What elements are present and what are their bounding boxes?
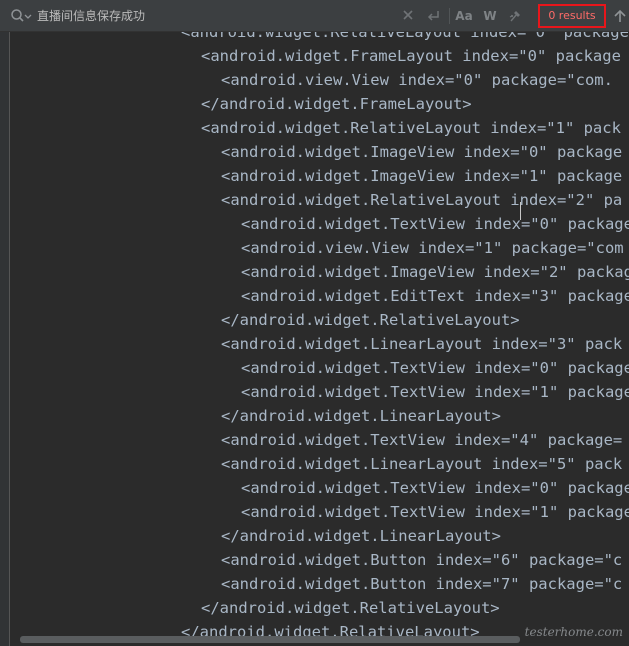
clear-search-icon[interactable]	[398, 6, 418, 26]
toolbar-separator	[449, 8, 450, 24]
code-line: <android.widget.TextView index="0" packa…	[241, 359, 629, 377]
code-line: <android.widget.TextView index="1" packa…	[241, 383, 629, 401]
code-line: <android.widget.FrameLayout index="0" pa…	[201, 47, 621, 65]
code-line: </android.widget.RelativeLayout>	[201, 599, 500, 617]
code-line: <android.widget.TextView index="1" packa…	[241, 503, 629, 521]
code-line: <android.view.View index="1" package="co…	[241, 239, 624, 257]
code-line: <android.widget.LinearLayout index="5" p…	[221, 455, 623, 473]
code-line: <android.widget.ImageView index="2" pack…	[241, 263, 629, 281]
match-case-button[interactable]: Aa	[454, 6, 474, 26]
code-line: <android.widget.ImageView index="0" pack…	[221, 143, 623, 161]
code-line: <android.widget.RelativeLayout index="2"…	[221, 191, 623, 209]
code-area[interactable]: <android.widget.RelativeLayout index="0"…	[0, 32, 629, 646]
code-line: <android.widget.EditText index="3" packa…	[241, 287, 629, 305]
code-line: <android.widget.TextView index="0" packa…	[241, 479, 629, 497]
code-line: </android.widget.FrameLayout>	[201, 95, 472, 113]
code-line: </android.widget.RelativeLayout>	[221, 311, 520, 329]
code-line: <android.view.View index="0" package="co…	[221, 71, 613, 89]
code-line: <android.widget.RelativeLayout index="0"…	[181, 32, 629, 41]
regex-icon[interactable]	[505, 6, 525, 26]
code-line: <android.widget.Button index="7" package…	[221, 575, 623, 593]
search-input[interactable]: 直播间信息保存成功	[37, 8, 145, 24]
code-line: <android.widget.TextView index="0" packa…	[241, 215, 629, 233]
code-line: </android.widget.LinearLayout>	[221, 407, 501, 425]
find-bar: 直播间信息保存成功 Aa W 0 results	[0, 0, 629, 32]
whole-words-button[interactable]: W	[480, 6, 500, 26]
code-editor-window: 直播间信息保存成功 Aa W 0 results <android.widget…	[0, 0, 629, 646]
search-results-count: 0 results	[538, 4, 606, 28]
code-line: <android.widget.TextView index="4" packa…	[221, 431, 623, 449]
text-caret	[520, 202, 521, 220]
code-line: <android.widget.RelativeLayout index="1"…	[201, 119, 621, 137]
code-line: </android.widget.LinearLayout>	[221, 527, 501, 545]
previous-occurrence-icon[interactable]	[612, 8, 629, 24]
watermark: testerhome.com	[524, 625, 623, 639]
code-line: <android.widget.LinearLayout index="3" p…	[221, 335, 623, 353]
search-icon[interactable]	[10, 8, 32, 24]
code-line: <android.widget.Button index="6" package…	[221, 551, 623, 569]
code-line: <android.widget.ImageView index="1" pack…	[221, 167, 623, 185]
newline-icon[interactable]	[423, 6, 443, 26]
horizontal-scrollbar[interactable]	[20, 636, 520, 643]
